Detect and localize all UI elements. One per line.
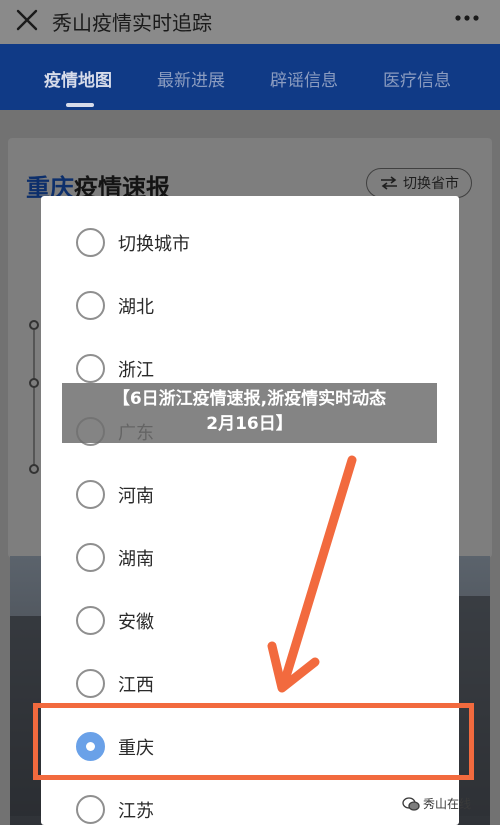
option-jiangsu[interactable]: 江苏 — [41, 785, 459, 825]
switch-province-button[interactable]: 切换省市 — [366, 168, 472, 198]
app-bar: 秀山疫情实时追踪 — [0, 0, 500, 44]
radio-button[interactable] — [76, 480, 105, 509]
app-title: 秀山疫情实时追踪 — [52, 11, 212, 35]
option-anhui[interactable]: 安徽 — [41, 596, 459, 646]
option-switch-city[interactable]: 切换城市 — [41, 218, 459, 268]
caption-text: 【6日浙江疫情速报,浙​疫情实时动态 2月16日】 — [62, 387, 437, 437]
timeline-dot — [29, 378, 39, 388]
option-jiangxi[interactable]: 江西 — [41, 659, 459, 709]
tab-map[interactable]: 疫情地图 — [44, 66, 112, 91]
option-label: 江西 — [118, 675, 154, 696]
option-label: 河南 — [118, 486, 154, 507]
option-label: 安徽 — [118, 612, 154, 633]
swap-icon — [381, 176, 397, 190]
switch-province-label: 切换省市 — [403, 176, 459, 192]
timeline-dot — [29, 320, 39, 330]
option-hunan[interactable]: 湖南 — [41, 533, 459, 583]
wechat-icon — [402, 796, 420, 811]
radio-button[interactable] — [76, 543, 105, 572]
tab-rumors[interactable]: 辟谣信息 — [270, 66, 338, 91]
more-icon[interactable] — [455, 14, 479, 22]
option-henan[interactable]: 河南 — [41, 470, 459, 520]
caption-line-2: 2月16日】 — [206, 414, 293, 434]
option-label: 江苏 — [118, 801, 154, 822]
option-label: 湖南 — [118, 549, 154, 570]
option-label: 浙江 — [118, 360, 154, 381]
tab-latest[interactable]: 最新进展 — [157, 66, 225, 91]
radio-button[interactable] — [76, 354, 105, 383]
tab-bar: 疫情地图 最新进展 辟谣信息 医疗信息 — [0, 44, 500, 110]
timeline-line — [33, 330, 35, 470]
radio-button[interactable] — [76, 228, 105, 257]
watermark: 秀山在线 — [402, 795, 471, 812]
radio-button[interactable] — [76, 795, 105, 824]
option-label: 切换城市 — [118, 234, 190, 255]
option-hubei[interactable]: 湖北 — [41, 281, 459, 331]
tab-medical[interactable]: 医疗信息 — [383, 66, 451, 91]
option-label: 湖北 — [118, 297, 154, 318]
radio-button[interactable] — [76, 606, 105, 635]
radio-button[interactable] — [76, 669, 105, 698]
caption-line-1: 【6日浙江疫情速报,浙​疫情实时动态 — [112, 389, 387, 409]
tab-active-indicator — [66, 103, 94, 107]
radio-button[interactable] — [76, 291, 105, 320]
annotation-highlight-box — [33, 703, 474, 780]
caption-overlay: 【6日浙江疫情速报,浙​疫情实时动态 2月16日】 — [62, 383, 437, 443]
timeline-dot — [29, 464, 39, 474]
close-icon[interactable] — [12, 5, 42, 35]
watermark-text: 秀山在线 — [423, 797, 472, 811]
